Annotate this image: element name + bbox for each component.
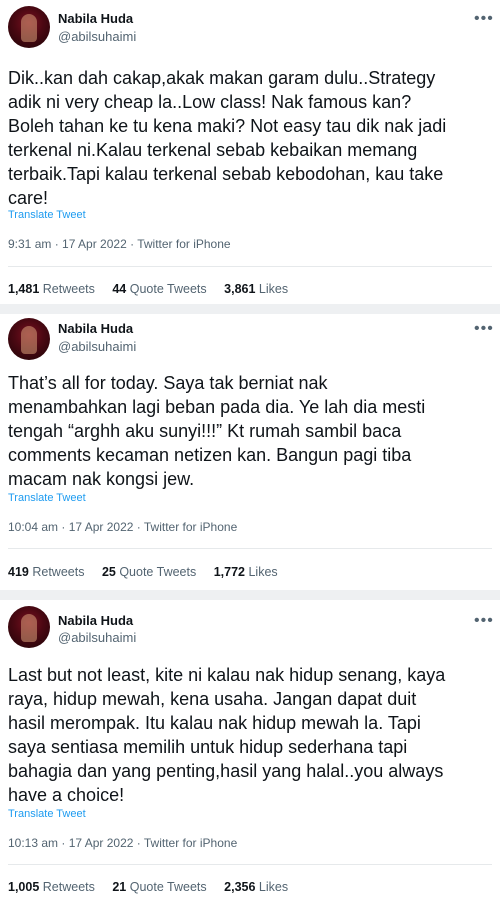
retweets-count[interactable]: 1,481 Retweets bbox=[8, 282, 95, 296]
author-handle[interactable]: @abilsuhaimi bbox=[58, 29, 136, 44]
tweet-separator bbox=[0, 590, 500, 600]
author-name[interactable]: Nabila Huda bbox=[58, 321, 133, 336]
author-handle[interactable]: @abilsuhaimi bbox=[58, 630, 136, 645]
author-handle[interactable]: @abilsuhaimi bbox=[58, 339, 136, 354]
tweet-2: Nabila Huda @abilsuhaimi ••• That’s all … bbox=[8, 318, 494, 579]
tweet-3: Nabila Huda @abilsuhaimi ••• Last but no… bbox=[0, 600, 500, 910]
likes-count[interactable]: 1,772 Likes bbox=[214, 565, 278, 579]
more-options-icon[interactable]: ••• bbox=[474, 613, 494, 629]
avatar[interactable] bbox=[8, 606, 50, 648]
translate-tweet-link[interactable]: Translate Tweet bbox=[8, 492, 86, 504]
avatar[interactable] bbox=[8, 318, 50, 360]
translate-tweet-link[interactable]: Translate Tweet bbox=[8, 808, 86, 820]
tweet-stats: 419 Retweets 25 Quote Tweets 1,772 Likes bbox=[8, 565, 292, 579]
tweet-stats: 1,481 Retweets 44 Quote Tweets 3,861 Lik… bbox=[8, 282, 302, 296]
tweet-timestamp[interactable]: 10:04 am · 17 Apr 2022 · Twitter for iPh… bbox=[8, 520, 237, 534]
tweet-separator bbox=[0, 304, 500, 314]
retweets-count[interactable]: 1,005 Retweets bbox=[8, 880, 95, 894]
author-name[interactable]: Nabila Huda bbox=[58, 11, 133, 26]
tweet-timestamp[interactable]: 10:13 am · 17 Apr 2022 · Twitter for iPh… bbox=[8, 836, 237, 850]
avatar[interactable] bbox=[8, 6, 50, 48]
likes-count[interactable]: 2,356 Likes bbox=[224, 880, 288, 894]
likes-count[interactable]: 3,861 Likes bbox=[224, 282, 288, 296]
retweets-count[interactable]: 419 Retweets bbox=[8, 565, 84, 579]
more-options-icon[interactable]: ••• bbox=[474, 321, 494, 337]
author-name[interactable]: Nabila Huda bbox=[58, 613, 133, 628]
divider bbox=[8, 266, 492, 267]
translate-tweet-link[interactable]: Translate Tweet bbox=[8, 209, 86, 221]
divider bbox=[8, 548, 492, 549]
tweet-1: Nabila Huda @abilsuhaimi ••• Dik..kan da… bbox=[0, 0, 500, 304]
quote-tweets-count[interactable]: 44 Quote Tweets bbox=[112, 282, 206, 296]
divider bbox=[8, 864, 492, 865]
more-options-icon[interactable]: ••• bbox=[474, 11, 494, 27]
tweet-timestamp[interactable]: 9:31 am · 17 Apr 2022 · Twitter for iPho… bbox=[8, 237, 231, 251]
tweet-stats: 1,005 Retweets 21 Quote Tweets 2,356 Lik… bbox=[8, 880, 302, 894]
quote-tweets-count[interactable]: 21 Quote Tweets bbox=[112, 880, 206, 894]
quote-tweets-count[interactable]: 25 Quote Tweets bbox=[102, 565, 196, 579]
